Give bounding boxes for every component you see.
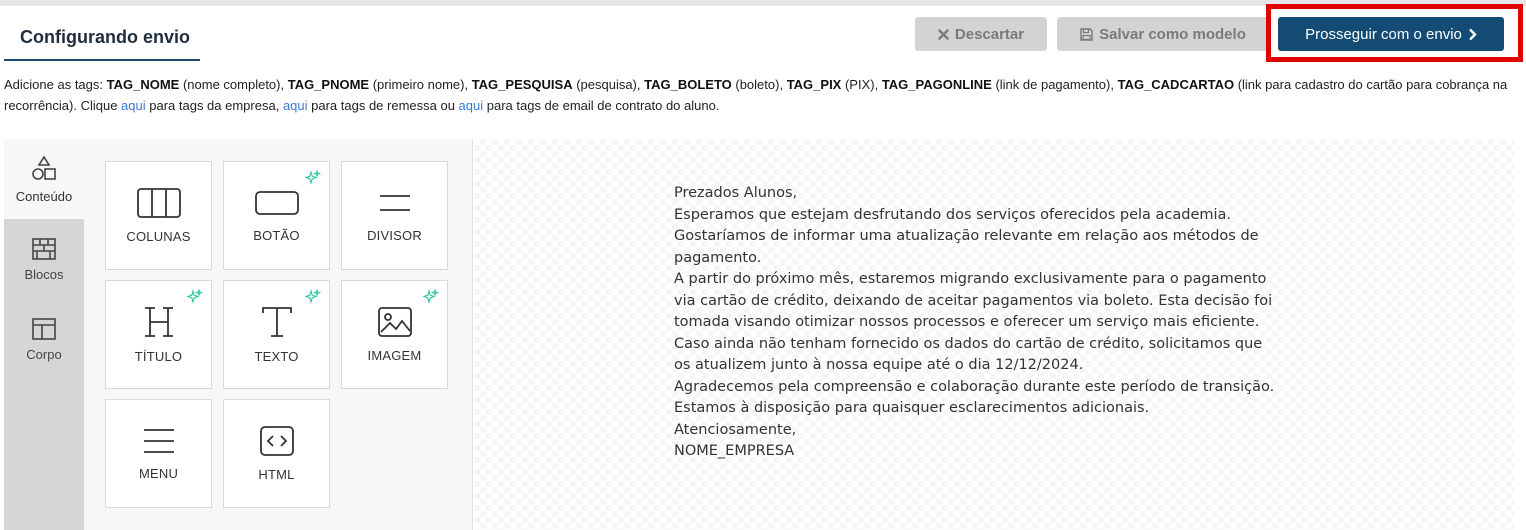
columns-icon bbox=[136, 188, 181, 218]
chevron-right-icon bbox=[1469, 28, 1477, 40]
content-tools-panel: COLUNAS BOTÃO DIVISOR TÍTULO TEXTO IMAGE… bbox=[84, 139, 473, 530]
shapes-icon bbox=[32, 154, 56, 180]
tool-image[interactable]: IMAGEM bbox=[341, 280, 448, 389]
tab-content[interactable]: Conteúdo bbox=[4, 139, 84, 219]
tab-blocks[interactable]: Blocos bbox=[4, 219, 84, 299]
text-icon bbox=[261, 307, 292, 337]
email-line: Caso ainda não tenham fornecido os dados… bbox=[674, 335, 1263, 352]
email-line: pagamento. bbox=[674, 249, 762, 266]
heading-icon bbox=[144, 307, 173, 337]
close-icon bbox=[938, 28, 949, 40]
remittance-tags-link[interactable]: aqui bbox=[283, 98, 308, 113]
blocks-icon bbox=[32, 237, 56, 260]
email-line: Gostaríamos de informar uma atualização … bbox=[674, 228, 1259, 244]
layout-icon bbox=[32, 317, 56, 340]
save-template-label: Salvar como modelo bbox=[1099, 25, 1246, 43]
email-body-text[interactable]: Prezados Alunos, Esperamos que estejam d… bbox=[674, 183, 1324, 463]
contract-email-tags-link[interactable]: aqui bbox=[459, 98, 484, 113]
code-icon bbox=[259, 426, 294, 456]
save-template-button[interactable]: Salvar como modelo bbox=[1057, 17, 1269, 51]
image-icon bbox=[377, 307, 412, 337]
proceed-label: Prosseguir com o envio bbox=[1305, 25, 1462, 43]
title-underline bbox=[4, 59, 200, 61]
tool-text[interactable]: TEXTO bbox=[223, 280, 330, 389]
tag-pnome: TAG_PNOME bbox=[287, 77, 370, 92]
tag-pix: TAG_PIX bbox=[786, 77, 842, 92]
tags-instructions: Adicione as tags: TAG_NOME (nome complet… bbox=[4, 77, 1508, 113]
button-icon bbox=[254, 191, 299, 215]
tool-columns[interactable]: COLUNAS bbox=[105, 161, 212, 270]
proceed-send-button[interactable]: Prosseguir com o envio bbox=[1278, 17, 1504, 51]
email-line: NOME_EMPRESA bbox=[674, 443, 795, 459]
email-line: A partir do próximo mês, estaremos migra… bbox=[674, 271, 1267, 287]
email-line: Agradecemos pela compreensão e colaboraç… bbox=[674, 378, 1275, 395]
email-canvas[interactable]: Prezados Alunos, Esperamos que estejam d… bbox=[474, 139, 1514, 530]
discard-button[interactable]: Descartar bbox=[915, 17, 1047, 51]
tool-menu[interactable]: MENU bbox=[105, 399, 212, 508]
tab-body-label: Corpo bbox=[26, 346, 62, 362]
email-line: Atenciosamente, bbox=[674, 421, 797, 438]
tool-heading[interactable]: TÍTULO bbox=[105, 280, 212, 389]
page-title: Configurando envio bbox=[20, 27, 190, 47]
sparkle-icon bbox=[423, 289, 439, 305]
tag-pesquisa: TAG_PESQUISA bbox=[471, 77, 573, 92]
email-editor: Conteúdo Blocos Corpo COLUNAS BOTÃO DIVI… bbox=[4, 139, 1514, 530]
tool-button[interactable]: BOTÃO bbox=[223, 161, 330, 270]
email-line: os atualizem junto à nossa equipe até o … bbox=[674, 357, 1084, 373]
floppy-disk-icon bbox=[1080, 27, 1093, 41]
tab-content-label: Conteúdo bbox=[15, 188, 73, 204]
menu-icon bbox=[143, 429, 174, 453]
email-line: via cartão de crédito, deixando de aceit… bbox=[674, 292, 1273, 309]
tool-html[interactable]: HTML bbox=[223, 399, 330, 508]
sparkle-icon bbox=[305, 289, 321, 305]
sparkle-icon bbox=[187, 289, 203, 305]
tab-blocks-label: Blocos bbox=[24, 266, 64, 282]
email-line: tomada visando otimizar nossos processos… bbox=[674, 314, 1260, 330]
discard-label: Descartar bbox=[954, 25, 1025, 43]
tab-body[interactable]: Corpo bbox=[4, 299, 84, 379]
tag-pagonline: TAG_PAGONLINE bbox=[881, 77, 992, 92]
company-tags-link[interactable]: aqui bbox=[121, 98, 146, 113]
email-line: Estamos à disposição para quaisquer escl… bbox=[674, 400, 1150, 416]
tag-boleto: TAG_BOLETO bbox=[644, 77, 732, 92]
tool-divider[interactable]: DIVISOR bbox=[341, 161, 448, 270]
sparkle-icon bbox=[305, 170, 321, 186]
email-line: Esperamos que estejam desfrutando dos se… bbox=[674, 206, 1232, 223]
divider-icon bbox=[379, 195, 410, 211]
tag-cadcartao: TAG_CADCARTAO bbox=[1117, 77, 1235, 92]
editor-side-tabs: Conteúdo Blocos Corpo bbox=[4, 139, 84, 530]
tag-nome: TAG_NOME bbox=[106, 77, 180, 92]
email-line: Prezados Alunos, bbox=[674, 185, 798, 201]
